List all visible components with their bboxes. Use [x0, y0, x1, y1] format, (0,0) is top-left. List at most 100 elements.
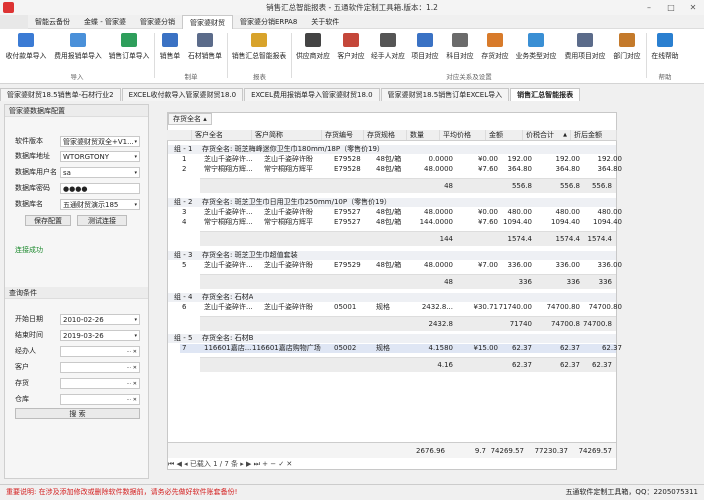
handler-map-button[interactable]: 经手人对应: [369, 31, 407, 64]
maximize-button[interactable]: □: [664, 0, 678, 15]
order-import-button[interactable]: 销售订单导入: [106, 31, 152, 64]
col-tax-total[interactable]: 价税合计 ▲: [523, 130, 571, 140]
doc-tab-order-import[interactable]: 管家婆财贸18.5销售订单EXCEL导入: [380, 88, 510, 101]
supplier-icon: [305, 33, 321, 47]
search-button[interactable]: 搜 索: [15, 408, 140, 419]
col-item-code[interactable]: 存货编号: [322, 130, 364, 140]
contact-text: 五通软件定制工具箱，QQ：2205075311: [565, 488, 698, 496]
warehouse-input[interactable]: ··· ✕: [60, 393, 140, 405]
col-customer-short[interactable]: 客户简称: [252, 130, 322, 140]
doc-tab-stone-sales[interactable]: 管家婆财贸18.5销售单-石材行业2: [0, 88, 121, 101]
group-by-chip[interactable]: 存货全名 ▴: [168, 113, 212, 125]
doc-tab-sales-report[interactable]: 销售汇总智能报表: [510, 88, 581, 101]
close-button[interactable]: ✕: [686, 0, 700, 15]
col-item-spec[interactable]: 存货规格: [364, 130, 407, 140]
group-label-mapping: 对应关系及设置: [446, 73, 492, 81]
file-menu-button[interactable]: [0, 14, 28, 29]
tab-about[interactable]: 关于软件: [304, 15, 346, 29]
table-row[interactable]: 5 芝山千姿碎许... 芝山千姿碎许盼 E79529 48包/箱 48.0000 ¥7.00…: [180, 261, 622, 270]
field-db-user: 数据库用户名 sa ▾: [15, 166, 140, 178]
end-date-picker[interactable]: 2019-03-26 ▾: [60, 329, 140, 341]
col-net-amount[interactable]: 折后金额: [571, 130, 617, 140]
grid-navigator[interactable]: ⏮ ◀ ◂ 已载入 1 / 7 条 ▸ ▶ ⏭ + − ✓ ✕: [168, 460, 292, 469]
group-summary-row: 4.16 62.37 62.37 62.37: [200, 357, 616, 372]
db-user-select[interactable]: sa ▾: [60, 166, 140, 178]
table-row[interactable]: 3 芝山千姿碎许... 芝山千姿碎许盼 E79527 48包/箱 48.0000 ¥0.00…: [180, 208, 622, 217]
feeitem-map-button[interactable]: 费用项目对应: [562, 31, 608, 64]
window-title: 销售汇总智能报表 - 五通软件定制工具箱.版本：1.2: [266, 3, 438, 12]
sales-report-button[interactable]: 销售汇总智能报表: [229, 31, 289, 64]
field-handler: 经办人 ··· ✕: [15, 345, 140, 357]
col-customer-name[interactable]: 客户全名: [192, 130, 252, 140]
table-row[interactable]: 4 常宁桐翔方辉... 常宁桐翔方辉平 E79527 48包/箱 144.0000 ¥7.6…: [180, 218, 622, 227]
clear-icon: ··· ✕: [126, 380, 137, 387]
db-config-header[interactable]: 管家婆数据库配置: [5, 105, 148, 117]
inventory-input[interactable]: ··· ✕: [60, 377, 140, 389]
project-icon: [417, 33, 433, 47]
group-row[interactable]: 组 - 3 存货全名: 斑芝卫生巾超值套装: [168, 251, 616, 260]
test-connection-button[interactable]: 测试连接: [77, 215, 127, 226]
db-address-select[interactable]: WTORGTONY ▾: [60, 150, 140, 162]
help-icon: [657, 33, 673, 47]
col-avg-price[interactable]: 平均价格: [440, 130, 486, 140]
group-row[interactable]: 组 - 4 存货全名: 石材A: [168, 293, 616, 302]
biztype-map-button[interactable]: 业务类型对应: [513, 31, 559, 64]
group-summary-row: 2432.8 71740 74700.8 74700.8: [200, 316, 616, 331]
db-name-select[interactable]: 五通财贸演示185 ▾: [60, 198, 140, 210]
save-config-button[interactable]: 保存配置: [25, 215, 71, 226]
col-amount[interactable]: 金额: [486, 130, 523, 140]
chevron-down-icon: ▾: [134, 169, 137, 176]
handler-icon: [380, 33, 396, 47]
start-date-picker[interactable]: 2010-02-26 ▾: [60, 313, 140, 325]
query-header[interactable]: 查询条件: [5, 287, 148, 299]
status-bar: 重要说明: 在涉及添加修改或删除软件数据前，请务必先做好软件账套备份! 五通软件…: [0, 484, 704, 500]
group-row[interactable]: 组 - 2 存货全名: 斑芝卫生巾日用卫生巾250mm/10P（零售价19）: [168, 198, 616, 207]
customer-map-button[interactable]: 客户对应: [334, 31, 368, 64]
field-inventory: 存货 ··· ✕: [15, 377, 140, 389]
handler-input[interactable]: ··· ✕: [60, 345, 140, 357]
group-label-import: 导入: [70, 73, 84, 81]
table-row[interactable]: 1 芝山千姿碎许... 芝山千姿碎许盼 E79528 48包/箱 0.0000 ¥0.00 1…: [180, 155, 622, 164]
doc-tab-receipt-import[interactable]: EXCEL收付款导入管家婆财贸18.0: [121, 88, 244, 101]
project-map-button[interactable]: 项目对应: [408, 31, 442, 64]
header-indicator: [167, 130, 192, 140]
field-version: 软件版本 管家婆财贸双全+V1... ▾: [15, 135, 140, 147]
customer-input[interactable]: ··· ✕: [60, 361, 140, 373]
help-button[interactable]: 在线帮助: [648, 31, 682, 64]
col-qty[interactable]: 数量: [407, 130, 440, 140]
group-summary-row: 48 336 336 336: [200, 274, 616, 289]
field-customer: 客户 ··· ✕: [15, 361, 140, 373]
expense-import-button[interactable]: 费用报销单导入: [52, 31, 104, 64]
sales-button[interactable]: 销售单: [156, 31, 184, 64]
group-summary-row: 144 1574.4 1574.4 1574.4: [200, 231, 616, 246]
stone-sales-button[interactable]: 石材销售单: [186, 31, 224, 64]
minimize-button[interactable]: –: [642, 0, 656, 15]
field-start-date: 开始日期 2010-02-26 ▾: [15, 313, 140, 325]
table-row[interactable]: 7 116601嘉店... 116601嘉店购物广场 05002 规格 4.1580 ¥15…: [180, 344, 622, 353]
app-icon: [3, 2, 14, 13]
connection-status: 连接成功: [15, 246, 43, 254]
inventory-map-button[interactable]: 存货对应: [478, 31, 512, 64]
tab-finance-trade[interactable]: 管家婆财贸: [181, 14, 233, 29]
dept-map-button[interactable]: 部门对应: [610, 31, 644, 64]
group-row[interactable]: 组 - 5 存货全名: 石材B: [168, 334, 616, 343]
receipt-import-button[interactable]: 收付款单导入: [2, 31, 50, 64]
table-row[interactable]: 2 常宁桐翔方辉... 常宁桐翔方辉平 E79528 48包/箱 48.0000 ¥7.60…: [180, 165, 622, 174]
doc-tab-expense-import[interactable]: EXCEL费用报销单导入管家婆财贸18.0: [244, 88, 380, 101]
supplier-map-button[interactable]: 供应商对应: [293, 31, 333, 64]
tab-erpa8[interactable]: 管家婆分销ERPA8: [233, 15, 304, 29]
tab-distribution[interactable]: 管家婆分销: [133, 15, 182, 29]
sales-icon: [162, 33, 178, 47]
tab-kingdee[interactable]: 金蝶 - 管家婆: [77, 15, 133, 29]
version-select[interactable]: 管家婆财贸双全+V1... ▾: [60, 135, 140, 147]
tab-cloud-backup[interactable]: 智能云备份: [28, 15, 77, 29]
left-panel: 管家婆数据库配置 软件版本 管家婆财贸双全+V1... ▾ 数据库地址 WTORGTO…: [4, 104, 149, 479]
subject-map-button[interactable]: 科目对应: [443, 31, 477, 64]
group-row[interactable]: 组 - 1 存货全名: 斑芝梅峰迷你卫生巾180mm/18P（零售价19）: [168, 145, 616, 154]
field-end-date: 结束时间 2019-03-26 ▾: [15, 329, 140, 341]
customer-icon: [343, 33, 359, 47]
group-label-help: 帮助: [658, 73, 672, 81]
db-password-input[interactable]: ●●●●: [60, 182, 140, 194]
table-row[interactable]: 6 芝山千姿碎许... 芝山千姿碎许盼 05001 规格 2432.8... ¥30.71 7…: [180, 303, 622, 312]
chevron-down-icon: ▾: [134, 138, 137, 145]
